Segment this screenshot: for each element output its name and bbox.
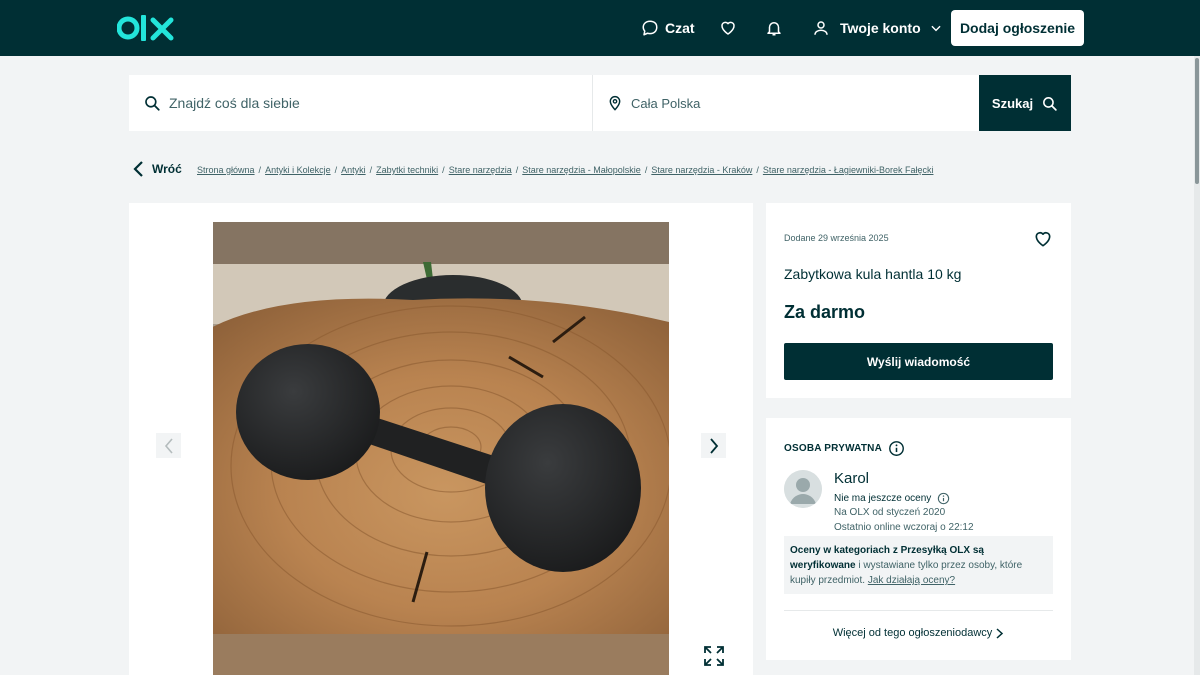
divider (784, 610, 1053, 611)
search-input[interactable]: Znajdź coś dla siebie (129, 75, 592, 131)
member-since: Na OLX od styczeń 2020 (834, 507, 946, 518)
send-message-button[interactable]: Wyślij wiadomość (784, 343, 1053, 380)
listing-details-card: Dodane 29 września 2025 Zabytkowa kula h… (766, 203, 1071, 398)
seller-name: Karol (834, 470, 870, 487)
favorites-nav-link[interactable] (719, 18, 737, 38)
chat-icon (642, 20, 658, 36)
account-label: Twoje konto (840, 20, 921, 36)
location-pin-icon (609, 96, 621, 111)
chevron-left-icon (133, 161, 143, 177)
posted-date: Dodane 29 września 2025 (784, 233, 889, 243)
breadcrumb-item[interactable]: Stare narzędzia (449, 165, 512, 175)
bell-icon (767, 22, 781, 36)
add-listing-button[interactable]: Dodaj ogłoszenie (951, 10, 1084, 46)
breadcrumb-item[interactable]: Stare narzędzia - Łagiewniki-Borek Fałęc… (763, 165, 934, 175)
search-icon (1043, 96, 1057, 111)
location-value: Cała Polska (631, 95, 701, 111)
ratings-help-link[interactable]: Jak działają oceny? (868, 575, 955, 586)
info-icon[interactable] (937, 492, 950, 505)
fullscreen-icon[interactable] (702, 644, 726, 668)
heart-icon (721, 21, 735, 35)
breadcrumb-separator: / (369, 165, 373, 175)
breadcrumb-separator: / (756, 165, 759, 175)
seller-rating: Nie ma jeszcze oceny (834, 492, 950, 505)
ratings-info-box: Oceny w kategoriach z Przesyłką OLX są w… (784, 536, 1053, 594)
breadcrumb-item[interactable]: Antyki i Kolekcje (265, 165, 331, 175)
more-from-seller-label: Więcej od tego ogłoszeniodawcy (832, 627, 993, 639)
chat-label: Czat (665, 20, 695, 36)
seller-type-label: OSOBA PRYWATNA (784, 440, 905, 457)
back-label: Wróć (152, 162, 182, 176)
listing-title: Zabytkowa kula hantla 10 kg (784, 266, 962, 282)
breadcrumb-separator: / (644, 165, 648, 175)
chevron-left-icon (164, 437, 173, 454)
chevron-right-icon (996, 627, 1004, 639)
search-button-label: Szukaj (991, 95, 1034, 111)
breadcrumb-item[interactable]: Antyki (341, 165, 366, 175)
chat-nav-link[interactable]: Czat (641, 18, 695, 38)
listing-photo[interactable] (213, 222, 669, 675)
user-avatar-icon (784, 470, 822, 508)
search-button[interactable]: Szukaj (979, 75, 1071, 131)
chevron-right-icon (709, 437, 718, 454)
user-icon (814, 21, 828, 35)
info-icon[interactable] (888, 440, 905, 457)
breadcrumb-separator: / (442, 165, 445, 175)
breadcrumb-item[interactable]: Stare narzędzia - Kraków (651, 165, 752, 175)
breadcrumb-item[interactable]: Zabytki techniki (376, 165, 438, 175)
seller-rating-text: Nie ma jeszcze oceny (834, 493, 932, 504)
seller-type-text: OSOBA PRYWATNA (784, 443, 882, 454)
photo-gallery (129, 203, 753, 675)
search-placeholder: Znajdź coś dla siebie (169, 95, 300, 111)
listing-price: Za darmo (784, 302, 866, 322)
breadcrumb-item[interactable]: Stare narzędzia - Małopolskie (522, 165, 641, 175)
dumbbell-photo (213, 222, 669, 675)
next-photo-button[interactable] (701, 433, 726, 458)
breadcrumb-separator: / (258, 165, 262, 175)
last-online: Ostatnio online wczoraj o 22:12 (834, 522, 974, 533)
search-icon (145, 96, 160, 111)
breadcrumb: Strona główna / Antyki i Kolekcje / Antyki… (197, 165, 933, 175)
account-menu[interactable]: Twoje konto (812, 18, 943, 38)
notifications-nav-link[interactable] (765, 18, 783, 38)
location-input[interactable]: Cała Polska (593, 75, 979, 131)
olx-logo[interactable] (117, 12, 177, 44)
avatar (784, 470, 822, 508)
breadcrumb-separator: / (334, 165, 338, 175)
heart-icon[interactable] (1033, 229, 1053, 249)
page-scrollbar-thumb[interactable] (1195, 58, 1199, 184)
chevron-down-icon (931, 25, 941, 32)
breadcrumb-separator: / (515, 165, 519, 175)
breadcrumb-item[interactable]: Strona główna (197, 165, 255, 175)
top-navigation-bar: Czat Twoje konto Dodaj ogłoszenie (0, 0, 1200, 56)
seller-card: OSOBA PRYWATNA Karol Nie ma jeszcze ocen… (766, 418, 1071, 660)
previous-photo-button[interactable] (156, 433, 181, 458)
more-from-seller-link[interactable]: Więcej od tego ogłoszeniodawcy (766, 627, 1071, 639)
search-bar: Znajdź coś dla siebie Cała Polska Szukaj (129, 75, 1071, 131)
back-link[interactable]: Wróć (132, 160, 182, 178)
